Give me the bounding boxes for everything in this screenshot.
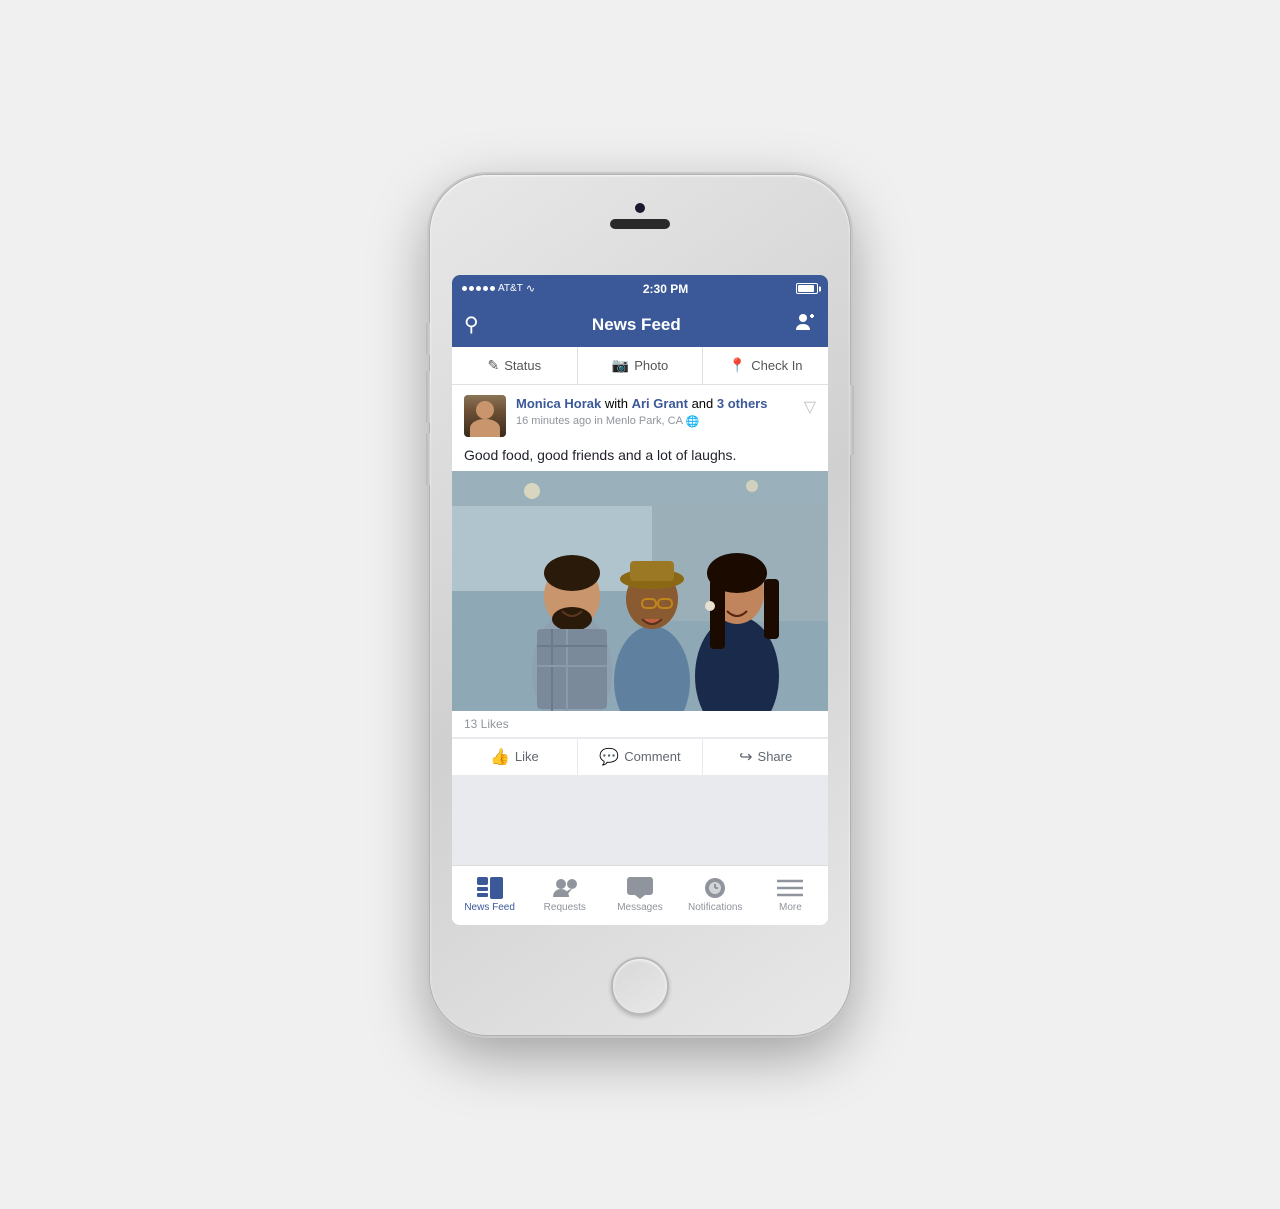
- tab-requests-label: Requests: [544, 902, 586, 913]
- friend-request-icon[interactable]: [794, 311, 816, 339]
- comment-label: Comment: [624, 749, 680, 764]
- avatar[interactable]: [464, 395, 506, 437]
- globe-icon: 🌐: [686, 415, 700, 428]
- home-button[interactable]: [611, 957, 669, 1015]
- photo-button[interactable]: 📷 Photo: [578, 347, 704, 384]
- post-author[interactable]: Monica Horak: [516, 396, 601, 411]
- avatar-image: [464, 395, 506, 437]
- checkin-label: Check In: [751, 358, 802, 373]
- tab-news-feed-label: News Feed: [464, 902, 515, 913]
- nav-bar: ⚲ News Feed: [452, 303, 828, 347]
- volume-down-button[interactable]: [426, 433, 430, 485]
- post-timestamp: 16 minutes ago in Menlo Park, CA: [516, 415, 683, 427]
- tab-notifications[interactable]: Notifications: [678, 866, 753, 925]
- post-card: Monica Horak with Ari Grant and 3 others…: [452, 385, 828, 775]
- signal-dot-4: [483, 286, 488, 291]
- post-others[interactable]: 3 others: [717, 396, 768, 411]
- tab-news-feed[interactable]: News Feed: [452, 866, 527, 925]
- signal-strength: [462, 286, 495, 291]
- more-icon: [777, 877, 803, 899]
- tab-notifications-label: Notifications: [688, 902, 742, 913]
- camera-icon: 📷: [612, 357, 629, 374]
- camera-area: [610, 203, 670, 229]
- status-bar: AT&T ∿ 2:30 PM: [452, 275, 828, 303]
- thumbs-up-icon: 👍: [490, 747, 510, 767]
- messages-icon: [627, 877, 653, 899]
- nav-title: News Feed: [592, 315, 681, 335]
- battery-icon: [796, 283, 818, 294]
- location-icon: 📍: [729, 357, 746, 374]
- carrier-name: AT&T: [498, 283, 523, 294]
- comment-icon: 💬: [599, 747, 619, 767]
- share-icon: ↪: [739, 747, 752, 767]
- tab-bar: News Feed Requests Messages: [452, 865, 828, 925]
- status-label: Status: [504, 358, 541, 373]
- search-icon[interactable]: ⚲: [464, 312, 479, 337]
- post-text: Good food, good friends and a lot of lau…: [452, 443, 828, 471]
- post-meta: Monica Horak with Ari Grant and 3 others…: [516, 395, 816, 428]
- feed-content: Monica Horak with Ari Grant and 3 others…: [452, 385, 828, 865]
- tab-more[interactable]: More: [753, 866, 828, 925]
- speaker-grille: [610, 219, 670, 229]
- checkin-button[interactable]: 📍 Check In: [703, 347, 828, 384]
- volume-up-button[interactable]: [426, 371, 430, 423]
- share-label: Share: [758, 749, 793, 764]
- tab-messages[interactable]: Messages: [602, 866, 677, 925]
- news-feed-icon: [477, 877, 503, 899]
- status-time: 2:30 PM: [643, 282, 688, 296]
- like-label: Like: [515, 749, 539, 764]
- phone-device: AT&T ∿ 2:30 PM ⚲ News Feed: [430, 175, 850, 1035]
- mute-button[interactable]: [426, 323, 430, 355]
- status-icon: ✎: [488, 357, 500, 374]
- post-actions: 👍 Like 💬 Comment ↪ Share: [452, 738, 828, 775]
- phone-screen: AT&T ∿ 2:30 PM ⚲ News Feed: [452, 275, 828, 925]
- post-with-text: with: [605, 396, 632, 411]
- post-image[interactable]: [452, 471, 828, 711]
- tab-messages-label: Messages: [617, 902, 663, 913]
- photo-label: Photo: [634, 358, 668, 373]
- signal-dot-3: [476, 286, 481, 291]
- post-action-row: ✎ Status 📷 Photo 📍 Check In: [452, 347, 828, 385]
- status-right: [796, 283, 818, 294]
- comment-button[interactable]: 💬 Comment: [578, 739, 704, 775]
- post-names: Monica Horak with Ari Grant and 3 others: [516, 395, 816, 413]
- power-button[interactable]: [850, 385, 854, 455]
- tab-more-label: More: [779, 902, 802, 913]
- post-time-location: 16 minutes ago in Menlo Park, CA 🌐: [516, 415, 816, 428]
- notifications-icon: [702, 877, 728, 899]
- signal-dot-5: [490, 286, 495, 291]
- post-and-text: and: [692, 396, 717, 411]
- bookmark-icon[interactable]: ▽: [804, 397, 816, 417]
- likes-count: 13 Likes: [452, 711, 828, 738]
- status-button[interactable]: ✎ Status: [452, 347, 578, 384]
- post-tagged[interactable]: Ari Grant: [632, 396, 688, 411]
- signal-dot-2: [469, 286, 474, 291]
- post-header: Monica Horak with Ari Grant and 3 others…: [452, 385, 828, 443]
- share-button[interactable]: ↪ Share: [703, 739, 828, 775]
- tab-requests[interactable]: Requests: [527, 866, 602, 925]
- requests-icon: [552, 877, 578, 899]
- battery-fill: [798, 285, 814, 292]
- like-button[interactable]: 👍 Like: [452, 739, 578, 775]
- status-left: AT&T ∿: [462, 282, 535, 295]
- wifi-icon: ∿: [526, 282, 535, 295]
- signal-dot-1: [462, 286, 467, 291]
- camera-lens: [635, 203, 645, 213]
